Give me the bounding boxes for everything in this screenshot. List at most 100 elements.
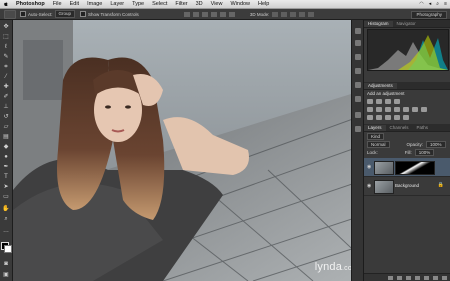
layer-row-background[interactable]: ◉ Background 🔒 xyxy=(364,177,450,196)
menu-view[interactable]: View xyxy=(211,1,223,7)
workspace-switcher[interactable]: Photography xyxy=(411,11,447,19)
3d-drag-icon[interactable] xyxy=(290,11,297,17)
threshold-icon[interactable] xyxy=(385,115,391,120)
tab-channels[interactable]: Channels xyxy=(386,125,413,131)
tab-histogram[interactable]: Histogram xyxy=(364,21,393,27)
type-tool-icon[interactable]: T xyxy=(2,173,10,181)
wifi-icon[interactable]: ◠ xyxy=(419,1,423,7)
new-layer-icon[interactable] xyxy=(433,275,438,280)
levels-icon[interactable] xyxy=(376,99,382,104)
tab-layers[interactable]: Layers xyxy=(364,125,386,131)
background-color-swatch[interactable] xyxy=(4,245,12,253)
transform-controls-checkbox[interactable] xyxy=(80,11,87,17)
pen-tool-icon[interactable]: ✒ xyxy=(2,163,10,171)
clone-stamp-icon[interactable]: ⊥ xyxy=(2,103,10,111)
quick-mask-icon[interactable]: ◙ xyxy=(2,260,10,268)
move-tool-icon[interactable]: ✥ xyxy=(2,23,10,31)
vibrance-icon[interactable] xyxy=(367,107,373,112)
brightness-contrast-icon[interactable] xyxy=(367,99,373,104)
menu-3d[interactable]: 3D xyxy=(196,1,203,7)
3d-rotate-icon[interactable] xyxy=(272,11,279,17)
eye-icon[interactable]: ◉ xyxy=(367,164,371,170)
eraser-tool-icon[interactable]: ▱ xyxy=(2,123,10,131)
swatches-panel-icon[interactable] xyxy=(355,112,361,118)
healing-brush-icon[interactable]: ✚ xyxy=(2,83,10,91)
marquee-tool-icon[interactable]: ⬚ xyxy=(2,33,10,41)
menu-app-name[interactable]: Photoshop xyxy=(16,1,45,7)
paragraph-panel-icon[interactable] xyxy=(355,96,361,102)
history-panel-icon[interactable] xyxy=(355,28,361,34)
channel-mixer-icon[interactable] xyxy=(412,107,418,112)
3d-roll-icon[interactable] xyxy=(281,11,288,17)
hue-saturation-icon[interactable] xyxy=(376,107,382,112)
brush-tool-icon[interactable]: ✐ xyxy=(2,93,10,101)
tab-navigator[interactable]: Navigator xyxy=(393,21,420,27)
info-panel-icon[interactable] xyxy=(355,54,361,60)
blend-mode-dropdown[interactable]: Normal xyxy=(367,140,390,148)
layer-row-masked[interactable]: ◉ xyxy=(364,158,450,177)
search-icon[interactable]: ⌕ xyxy=(436,1,439,7)
layer-style-icon[interactable] xyxy=(397,275,402,280)
more-tools-icon[interactable]: … xyxy=(2,227,10,235)
auto-select-checkbox[interactable] xyxy=(20,11,26,17)
dodge-tool-icon[interactable]: ● xyxy=(2,153,10,161)
brush-panel-icon[interactable] xyxy=(355,68,361,74)
menu-image[interactable]: Image xyxy=(87,1,102,7)
exposure-icon[interactable] xyxy=(394,99,400,104)
list-icon[interactable]: ≡ xyxy=(444,1,447,7)
gradient-tool-icon[interactable]: ▤ xyxy=(2,133,10,141)
volume-icon[interactable]: ◂ xyxy=(429,1,432,7)
selective-color-icon[interactable] xyxy=(403,115,409,120)
hand-tool-icon[interactable]: ✋ xyxy=(2,205,10,213)
document-canvas[interactable]: lynda.com xyxy=(13,20,364,281)
new-adjustment-icon[interactable] xyxy=(415,275,420,280)
eye-icon[interactable]: ◉ xyxy=(367,183,371,189)
layer-thumbnail[interactable] xyxy=(374,180,394,194)
delete-layer-icon[interactable] xyxy=(442,275,447,280)
layer-mask-thumbnail[interactable] xyxy=(395,161,435,175)
menu-select[interactable]: Select xyxy=(152,1,167,7)
link-layers-icon[interactable] xyxy=(388,275,393,280)
add-mask-icon[interactable] xyxy=(406,275,411,280)
shape-tool-icon[interactable]: ▭ xyxy=(2,193,10,201)
properties-panel-icon[interactable] xyxy=(355,40,361,46)
color-balance-icon[interactable] xyxy=(385,107,391,112)
align-left-icon[interactable] xyxy=(210,11,217,17)
character-panel-icon[interactable] xyxy=(355,82,361,88)
path-select-icon[interactable]: ➤ xyxy=(2,183,10,191)
zoom-tool-icon[interactable]: ⌕ xyxy=(2,215,10,223)
history-brush-icon[interactable]: ↺ xyxy=(2,113,10,121)
actions-panel-icon[interactable] xyxy=(355,126,361,132)
eyedropper-tool-icon[interactable]: ⁄ xyxy=(2,73,10,81)
layer-kind-filter[interactable]: Kind xyxy=(367,132,385,140)
menu-edit[interactable]: Edit xyxy=(70,1,79,7)
blur-tool-icon[interactable]: ◆ xyxy=(2,143,10,151)
black-white-icon[interactable] xyxy=(394,107,400,112)
3d-slide-icon[interactable] xyxy=(299,11,306,17)
crop-tool-icon[interactable]: ⌗ xyxy=(2,63,10,71)
menu-type[interactable]: Type xyxy=(132,1,144,7)
tool-preset-picker[interactable] xyxy=(4,9,16,19)
align-middle-icon[interactable] xyxy=(192,11,199,17)
auto-select-dropdown[interactable]: Group xyxy=(54,10,76,18)
tab-paths[interactable]: Paths xyxy=(413,125,433,131)
tab-adjustments[interactable]: Adjustments xyxy=(364,83,397,89)
menu-filter[interactable]: Filter xyxy=(175,1,187,7)
menu-layer[interactable]: Layer xyxy=(110,1,124,7)
gradient-map-icon[interactable] xyxy=(394,115,400,120)
align-top-icon[interactable] xyxy=(183,11,190,17)
lasso-tool-icon[interactable]: ℓ xyxy=(2,43,10,51)
fill-field[interactable]: 100% xyxy=(414,148,435,156)
align-right-icon[interactable] xyxy=(228,11,235,17)
invert-icon[interactable] xyxy=(367,115,373,120)
opacity-field[interactable]: 100% xyxy=(426,140,446,148)
layer-thumbnail[interactable] xyxy=(374,161,394,175)
new-group-icon[interactable] xyxy=(424,275,429,280)
posterize-icon[interactable] xyxy=(376,115,382,120)
align-center-icon[interactable] xyxy=(219,11,226,17)
menu-file[interactable]: File xyxy=(53,1,62,7)
quick-select-tool-icon[interactable]: ✎ xyxy=(2,53,10,61)
apple-icon[interactable] xyxy=(3,1,9,7)
photo-filter-icon[interactable] xyxy=(403,107,409,112)
menu-help[interactable]: Help xyxy=(258,1,269,7)
